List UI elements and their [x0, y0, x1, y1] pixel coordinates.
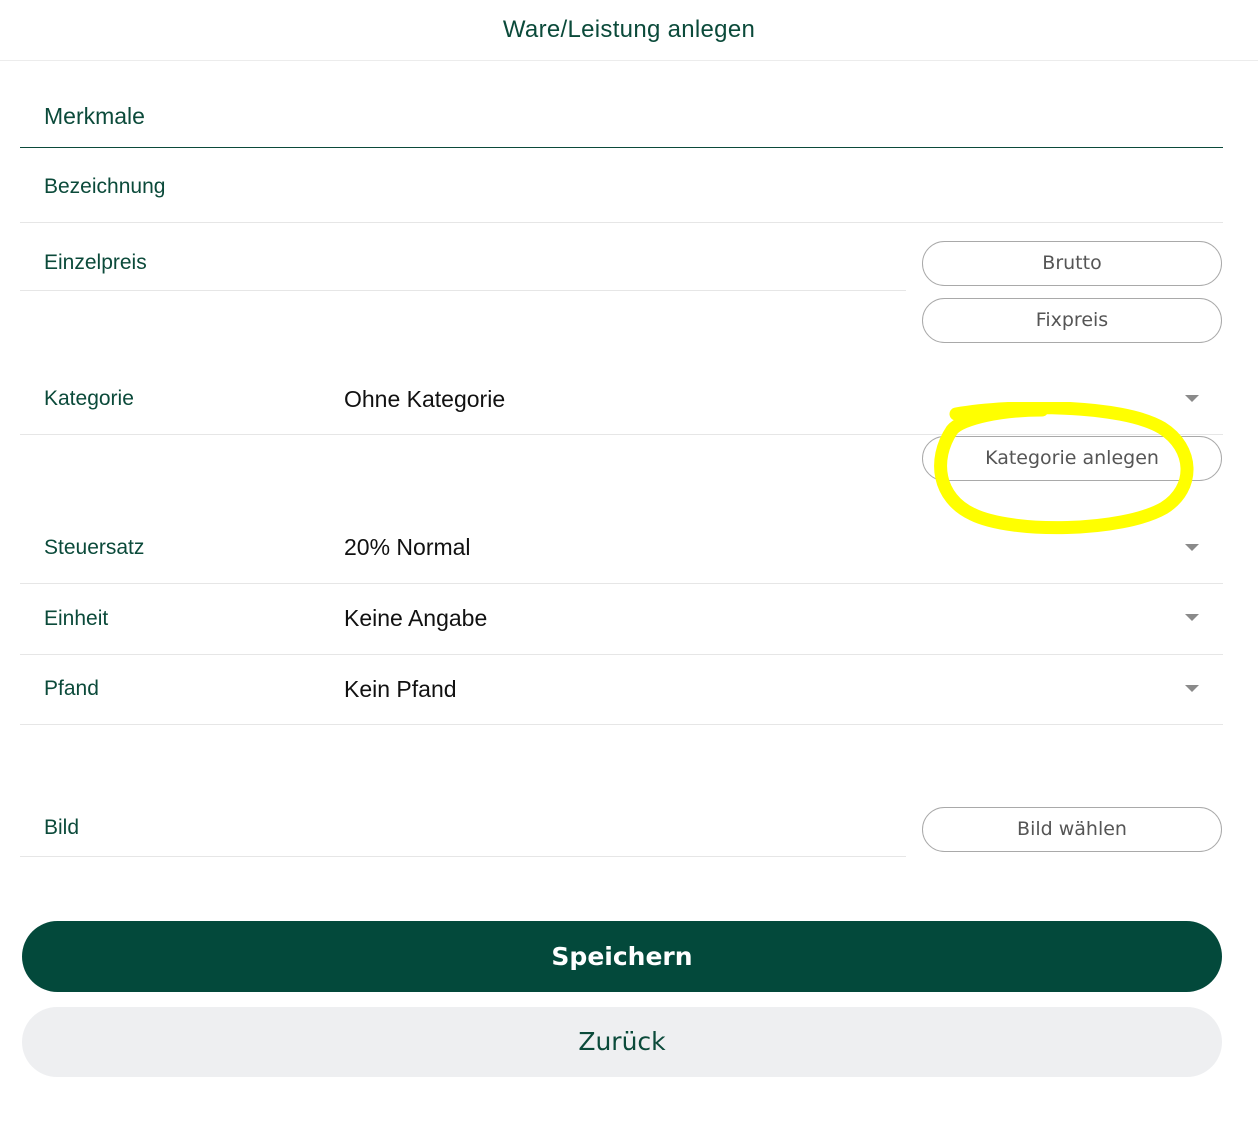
section-title-merkmale: Merkmale: [44, 103, 145, 129]
chevron-down-icon[interactable]: [1185, 685, 1199, 692]
kategorie-label: Kategorie: [44, 387, 134, 410]
fixpreis-button[interactable]: Fixpreis: [922, 298, 1222, 343]
pfand-label: Pfand: [44, 677, 99, 700]
steuersatz-divider: [20, 583, 1223, 584]
einheit-divider: [20, 654, 1223, 655]
einheit-select[interactable]: Keine Angabe: [344, 605, 487, 632]
kategorie-anlegen-button[interactable]: Kategorie anlegen: [922, 436, 1222, 481]
chevron-down-icon[interactable]: [1185, 614, 1199, 621]
product-form-page: Ware/Leistung anlegen Merkmale Bezeichnu…: [0, 0, 1258, 1140]
einzelpreis-input[interactable]: [344, 250, 884, 280]
einzelpreis-label: Einzelpreis: [44, 251, 147, 274]
section-divider: [20, 147, 1223, 148]
header: Ware/Leistung anlegen: [0, 0, 1258, 61]
chevron-down-icon[interactable]: [1185, 544, 1199, 551]
bezeichnung-input[interactable]: [344, 174, 1184, 204]
chevron-down-icon[interactable]: [1185, 395, 1199, 402]
bezeichnung-label: Bezeichnung: [44, 175, 166, 198]
speichern-button[interactable]: Speichern: [22, 921, 1222, 992]
einheit-label: Einheit: [44, 607, 109, 630]
pfand-divider: [20, 724, 1223, 725]
brutto-button[interactable]: Brutto: [922, 241, 1222, 286]
bezeichnung-divider: [20, 222, 1223, 223]
zurueck-button[interactable]: Zurück: [22, 1007, 1222, 1077]
kategorie-divider: [20, 434, 1223, 435]
kategorie-select[interactable]: Ohne Kategorie: [344, 386, 505, 413]
einzelpreis-divider: [20, 290, 906, 291]
pfand-select[interactable]: Kein Pfand: [344, 676, 457, 703]
steuersatz-label: Steuersatz: [44, 536, 145, 559]
page-title: Ware/Leistung anlegen: [502, 16, 756, 43]
bild-waehlen-button[interactable]: Bild wählen: [922, 807, 1222, 852]
bild-label: Bild: [44, 816, 80, 839]
bild-divider: [20, 856, 906, 857]
steuersatz-select[interactable]: 20% Normal: [344, 534, 471, 561]
